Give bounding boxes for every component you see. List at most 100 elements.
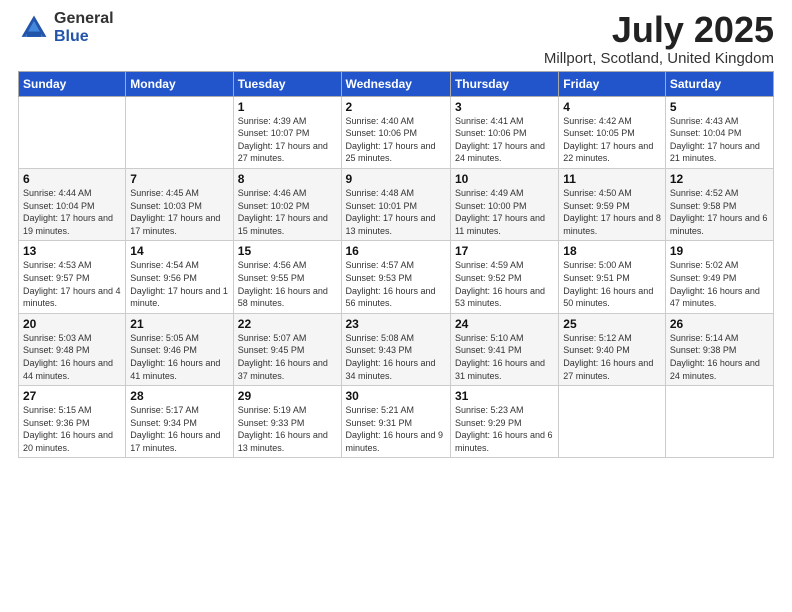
day-info: Sunrise: 4:43 AMSunset: 10:04 PMDaylight… bbox=[670, 116, 760, 164]
day-info: Sunrise: 5:00 AMSunset: 9:51 PMDaylight:… bbox=[563, 260, 653, 308]
day-number: 6 bbox=[23, 172, 121, 186]
logo: General Blue bbox=[18, 10, 114, 45]
calendar-week-row: 1 Sunrise: 4:39 AMSunset: 10:07 PMDayligh… bbox=[19, 96, 774, 168]
day-info: Sunrise: 5:17 AMSunset: 9:34 PMDaylight:… bbox=[130, 405, 220, 453]
table-row: 8Sunrise: 4:46 AMSunset: 10:02 PMDayligh… bbox=[233, 168, 341, 240]
day-number: 14 bbox=[130, 244, 228, 258]
table-row: 12 Sunrise: 4:52 AMSunset: 9:58 PMDayligh… bbox=[665, 168, 773, 240]
table-row: 13Sunrise: 4:53 AMSunset: 9:57 PMDayligh… bbox=[19, 241, 126, 313]
day-number: 31 bbox=[455, 389, 554, 403]
table-row: 5Sunrise: 4:43 AMSunset: 10:04 PMDayligh… bbox=[665, 96, 773, 168]
day-number: 15 bbox=[238, 244, 337, 258]
table-row bbox=[665, 386, 773, 458]
day-info: Sunrise: 4:54 AMSunset: 9:56 PMDaylight:… bbox=[130, 260, 228, 308]
day-number: 22 bbox=[238, 317, 337, 331]
page: General Blue July 2025 Millport, Scotlan… bbox=[0, 0, 792, 612]
day-info: Sunrise: 4:44 AMSunset: 10:04 PMDaylight… bbox=[23, 188, 113, 236]
day-number: 25 bbox=[563, 317, 661, 331]
day-number: 17 bbox=[455, 244, 554, 258]
table-row: 25 Sunrise: 5:12 AMSunset: 9:40 PMDayligh… bbox=[559, 313, 666, 385]
day-number: 12 bbox=[670, 172, 769, 186]
table-row: 29Sunrise: 5:19 AMSunset: 9:33 PMDayligh… bbox=[233, 386, 341, 458]
table-row: 15 Sunrise: 4:56 AMSunset: 9:55 PMDayligh… bbox=[233, 241, 341, 313]
header-friday: Friday bbox=[559, 71, 666, 96]
table-row: 3 Sunrise: 4:41 AMSunset: 10:06 PMDayligh… bbox=[450, 96, 558, 168]
table-row: 31Sunrise: 5:23 AMSunset: 9:29 PMDayligh… bbox=[450, 386, 558, 458]
day-number: 8 bbox=[238, 172, 337, 186]
calendar-table: Sunday Monday Tuesday Wednesday Thursday… bbox=[18, 71, 774, 459]
table-row bbox=[126, 96, 233, 168]
calendar-week-row: 6 Sunrise: 4:44 AMSunset: 10:04 PMDayligh… bbox=[19, 168, 774, 240]
day-info: Sunrise: 4:48 AMSunset: 10:01 PMDaylight… bbox=[346, 188, 436, 236]
logo-text: General Blue bbox=[54, 10, 114, 45]
day-number: 2 bbox=[346, 100, 446, 114]
day-info: Sunrise: 5:05 AMSunset: 9:46 PMDaylight:… bbox=[130, 333, 220, 381]
calendar-week-row: 27Sunrise: 5:15 AMSunset: 9:36 PMDayligh… bbox=[19, 386, 774, 458]
day-number: 3 bbox=[455, 100, 554, 114]
day-number: 21 bbox=[130, 317, 228, 331]
day-number: 7 bbox=[130, 172, 228, 186]
day-number: 23 bbox=[346, 317, 446, 331]
table-row: 9 Sunrise: 4:48 AMSunset: 10:01 PMDayligh… bbox=[341, 168, 450, 240]
logo-icon bbox=[18, 12, 50, 44]
day-info: Sunrise: 4:39 AMSunset: 10:07 PMDaylight… bbox=[238, 116, 328, 164]
header-saturday: Saturday bbox=[665, 71, 773, 96]
day-info: Sunrise: 4:50 AMSunset: 9:59 PMDaylight:… bbox=[563, 188, 661, 236]
header-tuesday: Tuesday bbox=[233, 71, 341, 96]
table-row: 14 Sunrise: 4:54 AMSunset: 9:56 PMDayligh… bbox=[126, 241, 233, 313]
table-row: 21 Sunrise: 5:05 AMSunset: 9:46 PMDayligh… bbox=[126, 313, 233, 385]
table-row: 23 Sunrise: 5:08 AMSunset: 9:43 PMDayligh… bbox=[341, 313, 450, 385]
day-info: Sunrise: 4:41 AMSunset: 10:06 PMDaylight… bbox=[455, 116, 545, 164]
day-number: 1 bbox=[238, 100, 337, 114]
title-block: July 2025 Millport, Scotland, United Kin… bbox=[544, 10, 774, 67]
day-info: Sunrise: 4:56 AMSunset: 9:55 PMDaylight:… bbox=[238, 260, 328, 308]
table-row: 2 Sunrise: 4:40 AMSunset: 10:06 PMDayligh… bbox=[341, 96, 450, 168]
day-number: 29 bbox=[238, 389, 337, 403]
table-row bbox=[19, 96, 126, 168]
day-info: Sunrise: 4:45 AMSunset: 10:03 PMDaylight… bbox=[130, 188, 220, 236]
table-row: 30 Sunrise: 5:21 AMSunset: 9:31 PMDayligh… bbox=[341, 386, 450, 458]
day-number: 30 bbox=[346, 389, 446, 403]
table-row: 20 Sunrise: 5:03 AMSunset: 9:48 PMDayligh… bbox=[19, 313, 126, 385]
day-number: 10 bbox=[455, 172, 554, 186]
table-row: 7 Sunrise: 4:45 AMSunset: 10:03 PMDayligh… bbox=[126, 168, 233, 240]
day-number: 11 bbox=[563, 172, 661, 186]
calendar-week-row: 20 Sunrise: 5:03 AMSunset: 9:48 PMDayligh… bbox=[19, 313, 774, 385]
month-title: July 2025 bbox=[544, 10, 774, 50]
day-number: 27 bbox=[23, 389, 121, 403]
day-info: Sunrise: 5:21 AMSunset: 9:31 PMDaylight:… bbox=[346, 405, 444, 453]
day-number: 4 bbox=[563, 100, 661, 114]
day-info: Sunrise: 5:03 AMSunset: 9:48 PMDaylight:… bbox=[23, 333, 113, 381]
header-monday: Monday bbox=[126, 71, 233, 96]
day-number: 9 bbox=[346, 172, 446, 186]
day-info: Sunrise: 5:08 AMSunset: 9:43 PMDaylight:… bbox=[346, 333, 436, 381]
table-row: 22 Sunrise: 5:07 AMSunset: 9:45 PMDayligh… bbox=[233, 313, 341, 385]
day-number: 20 bbox=[23, 317, 121, 331]
logo-general: General bbox=[54, 10, 114, 28]
table-row: 4Sunrise: 4:42 AMSunset: 10:05 PMDayligh… bbox=[559, 96, 666, 168]
day-number: 26 bbox=[670, 317, 769, 331]
day-info: Sunrise: 5:07 AMSunset: 9:45 PMDaylight:… bbox=[238, 333, 328, 381]
day-info: Sunrise: 4:52 AMSunset: 9:58 PMDaylight:… bbox=[670, 188, 768, 236]
day-info: Sunrise: 5:10 AMSunset: 9:41 PMDaylight:… bbox=[455, 333, 545, 381]
table-row: 11 Sunrise: 4:50 AMSunset: 9:59 PMDayligh… bbox=[559, 168, 666, 240]
day-number: 28 bbox=[130, 389, 228, 403]
table-row: 1 Sunrise: 4:39 AMSunset: 10:07 PMDayligh… bbox=[233, 96, 341, 168]
header: General Blue July 2025 Millport, Scotlan… bbox=[18, 10, 774, 67]
day-info: Sunrise: 4:59 AMSunset: 9:52 PMDaylight:… bbox=[455, 260, 545, 308]
day-info: Sunrise: 4:40 AMSunset: 10:06 PMDaylight… bbox=[346, 116, 436, 164]
table-row: 17 Sunrise: 4:59 AMSunset: 9:52 PMDayligh… bbox=[450, 241, 558, 313]
day-number: 19 bbox=[670, 244, 769, 258]
day-info: Sunrise: 5:12 AMSunset: 9:40 PMDaylight:… bbox=[563, 333, 653, 381]
calendar-week-row: 13Sunrise: 4:53 AMSunset: 9:57 PMDayligh… bbox=[19, 241, 774, 313]
weekday-header-row: Sunday Monday Tuesday Wednesday Thursday… bbox=[19, 71, 774, 96]
table-row bbox=[559, 386, 666, 458]
header-thursday: Thursday bbox=[450, 71, 558, 96]
header-sunday: Sunday bbox=[19, 71, 126, 96]
day-number: 18 bbox=[563, 244, 661, 258]
day-number: 16 bbox=[346, 244, 446, 258]
table-row: 18 Sunrise: 5:00 AMSunset: 9:51 PMDayligh… bbox=[559, 241, 666, 313]
table-row: 10Sunrise: 4:49 AMSunset: 10:00 PMDaylig… bbox=[450, 168, 558, 240]
table-row: 6 Sunrise: 4:44 AMSunset: 10:04 PMDayligh… bbox=[19, 168, 126, 240]
day-number: 13 bbox=[23, 244, 121, 258]
